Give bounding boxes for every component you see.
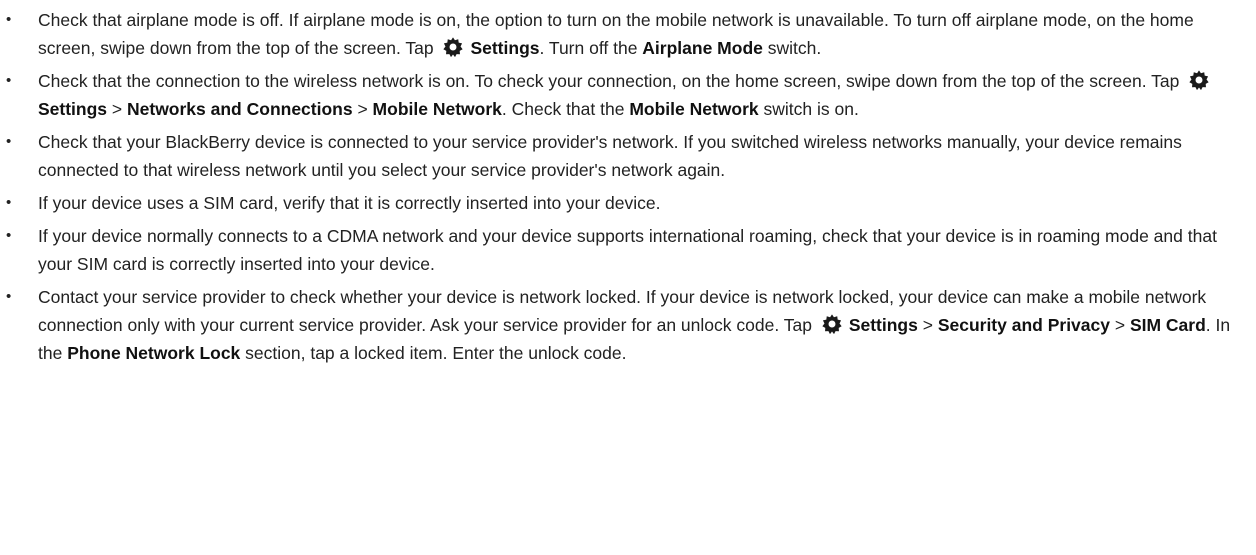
list-item-cdma-roaming: • If your device normally connects to a … — [0, 222, 1240, 278]
airplane-mode-label: Airplane Mode — [642, 38, 763, 58]
path-separator: > — [352, 99, 373, 119]
list-item-airplane-mode: • Check that airplane mode is off. If ai… — [0, 6, 1240, 62]
path-separator: > — [1109, 315, 1130, 335]
settings-label: Settings — [470, 38, 540, 58]
phone-network-lock-label: Phone Network Lock — [67, 343, 241, 363]
path-separator: > — [107, 99, 127, 119]
item-text: If your device uses a SIM card, verify t… — [38, 193, 661, 213]
list-item-sim-card: • If your device uses a SIM card, verify… — [0, 189, 1240, 217]
sim-card-label: SIM Card — [1129, 315, 1206, 335]
bullet-marker: • — [6, 11, 12, 28]
item-text: If your device normally connects to a CD… — [38, 226, 1217, 274]
mobile-network-switch-label: Mobile Network — [629, 99, 759, 119]
item-text: . Turn off the — [539, 38, 643, 58]
item-text: Check that your BlackBerry device is con… — [38, 132, 1182, 180]
list-item-network-lock: • Contact your service provider to check… — [0, 283, 1240, 367]
bullet-marker: • — [6, 133, 12, 150]
list-item-wireless-connection: • Check that the connection to the wirel… — [0, 67, 1240, 123]
gear-icon — [1188, 69, 1210, 91]
troubleshooting-document: • Check that airplane mode is off. If ai… — [0, 0, 1256, 367]
mobile-network-label: Mobile Network — [372, 99, 502, 119]
bullet-marker: • — [6, 194, 12, 211]
troubleshooting-list: • Check that airplane mode is off. If ai… — [0, 6, 1240, 367]
path-separator: > — [917, 315, 938, 335]
gear-icon — [821, 313, 843, 335]
item-text: switch. — [762, 38, 822, 58]
settings-label: Settings — [38, 99, 108, 119]
item-text: switch is on. — [758, 99, 859, 119]
bullet-marker: • — [6, 227, 12, 244]
item-text: section, tap a locked item. Enter the un… — [240, 343, 627, 363]
list-item-provider-network: • Check that your BlackBerry device is c… — [0, 128, 1240, 184]
item-text: Check that the connection to the wireles… — [38, 71, 1185, 91]
networks-connections-label: Networks and Connections — [127, 99, 353, 119]
settings-label: Settings — [848, 315, 918, 335]
bullet-marker: • — [6, 288, 12, 305]
item-text: . Check that the — [501, 99, 630, 119]
gear-icon — [442, 36, 464, 58]
security-privacy-label: Security and Privacy — [937, 315, 1110, 335]
bullet-marker: • — [6, 72, 12, 89]
